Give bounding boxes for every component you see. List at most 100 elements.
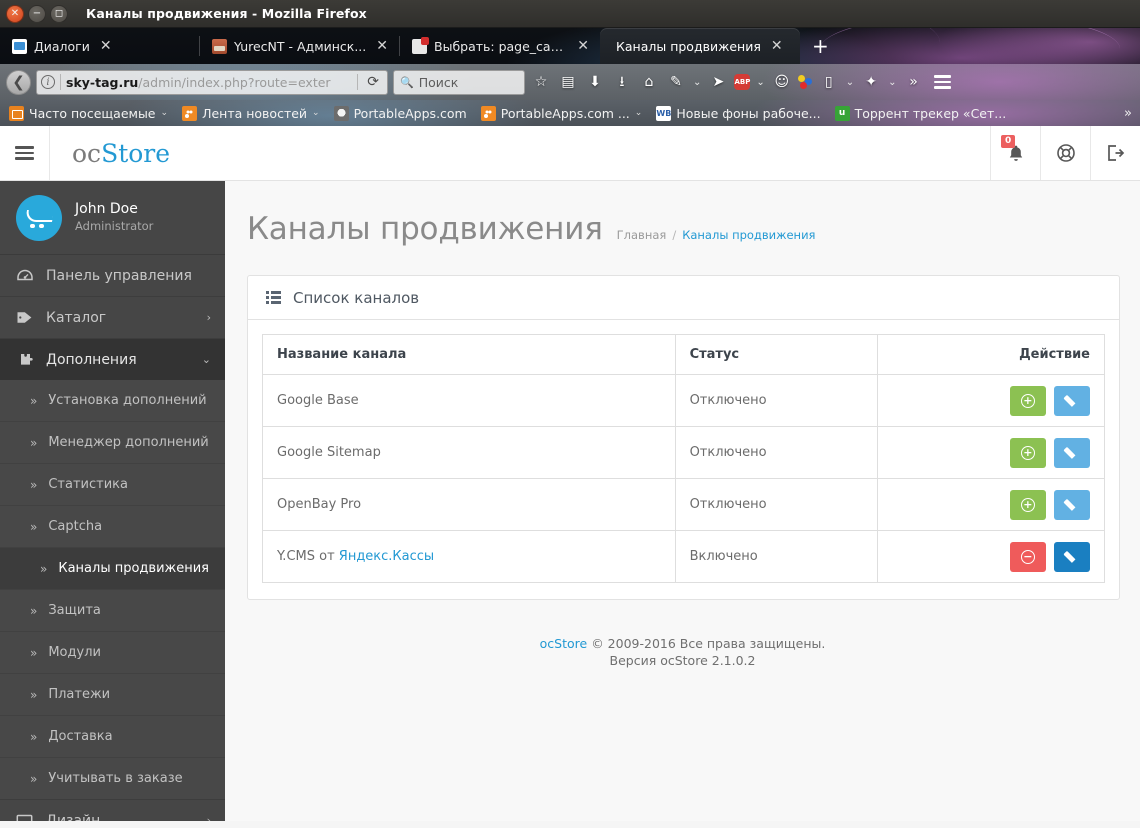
sidebar-item-design[interactable]: Дизайн › (0, 800, 225, 821)
tab-close-icon[interactable]: ✕ (97, 39, 115, 53)
sidebar-item-catalog[interactable]: Каталог › (0, 297, 225, 339)
edit-button[interactable] (1054, 437, 1090, 468)
back-button[interactable]: ❮ (6, 69, 31, 95)
browser-tab[interactable]: Диалоги ✕ (0, 28, 200, 64)
chevron-down-icon[interactable]: ⌄ (312, 108, 320, 118)
tab-close-icon[interactable]: ✕ (574, 39, 592, 53)
logout-button[interactable] (1090, 126, 1140, 180)
window-titlebar: ✕ − ◻ Каналы продвижения - Mozilla Firef… (0, 0, 1140, 28)
tab-label: YurecNT - Админск... (234, 38, 367, 54)
star-icon[interactable]: ☆ (530, 70, 552, 94)
send-icon[interactable]: ➤ (707, 70, 729, 94)
sidebar-item-extensions[interactable]: Дополнения ⌄ » Установка дополнений » Ме… (0, 339, 225, 800)
reload-icon[interactable]: ⟳ (363, 74, 383, 90)
window-minimize-button[interactable]: − (28, 4, 46, 23)
enable-button[interactable]: + (1009, 437, 1046, 468)
bookmarks-overflow-icon[interactable]: » (1124, 106, 1136, 121)
sidebar-subitem-order-totals[interactable]: » Учитывать в заказе (0, 757, 225, 799)
sidebar-subitem-label: Статистика (48, 477, 128, 492)
search-bar[interactable]: 🔍 Поиск (393, 69, 525, 95)
chevron-down-icon[interactable]: ⌄ (161, 108, 169, 118)
window-close-button[interactable]: ✕ (6, 4, 24, 23)
tab-close-icon[interactable]: ✕ (768, 39, 786, 53)
smiley-icon[interactable]: ☺ (771, 70, 793, 94)
page-footer: ocStore © 2009-2016 Все права защищены. … (225, 636, 1140, 670)
browser-tab[interactable]: Выбрать: page_cat... ✕ (400, 28, 600, 64)
disable-button[interactable]: − (1009, 541, 1046, 572)
sidebar-subitem-feeds[interactable]: » Каналы продвижения (0, 547, 225, 589)
bookmark-item[interactable]: Лента новостей ⌄ (177, 105, 325, 121)
column-header-status: Статус (674, 334, 878, 375)
sidebar-subitem-shipping[interactable]: » Доставка (0, 715, 225, 757)
new-tab-button[interactable]: + (800, 36, 841, 56)
breadcrumb-item-home[interactable]: Главная (617, 228, 667, 242)
chevron-down-icon[interactable]: ⌄ (887, 77, 897, 88)
sidebar-subitem-payments[interactable]: » Платежи (0, 673, 225, 715)
sidebar-subitem-manager[interactable]: » Менеджер дополнений (0, 421, 225, 463)
bookmark-item[interactable]: PortableApps.com ... ⌄ (476, 105, 648, 121)
enable-button[interactable]: + (1009, 385, 1046, 416)
notifications-button[interactable]: 0 (990, 126, 1040, 180)
sidebar-subitem-antifraud[interactable]: » Защита (0, 589, 225, 631)
sidebar-subitem-install[interactable]: » Установка дополнений (0, 380, 225, 421)
bookmark-label: PortableApps.com ... (500, 105, 630, 121)
sidebar-subitem-captcha[interactable]: » Captcha (0, 505, 225, 547)
browser-tab-active[interactable]: Каналы продвижения ✕ (600, 28, 800, 64)
sidebar-subitem-label: Доставка (48, 729, 113, 744)
bookmark-label: PortableApps.com (353, 105, 467, 121)
address-bar[interactable]: i sky-tag.ru/admin/index.php?route=exter… (36, 69, 388, 95)
sidebar-item-label: Дополнения (46, 351, 137, 368)
sidebar-toggle-button[interactable] (0, 126, 50, 180)
eyedropper-icon[interactable]: ✎ (665, 70, 687, 94)
browser-tab[interactable]: YurecNT - Админск... ✕ (200, 28, 400, 64)
clipboard-icon[interactable]: ▯ (818, 70, 840, 94)
column-header-action: Действие (876, 334, 1106, 375)
chevron-down-icon[interactable]: ⌄ (755, 77, 765, 88)
site-identity-icon[interactable]: i (41, 75, 55, 89)
double-chevron-icon: » (30, 519, 38, 534)
sidebar-subitem-statistics[interactable]: » Статистика (0, 463, 225, 505)
brand-logo[interactable]: oc Store (50, 126, 170, 180)
folder-icon (9, 105, 24, 121)
overflow-icon[interactable]: » (903, 70, 925, 94)
edit-button[interactable] (1054, 489, 1090, 520)
enable-button[interactable]: + (1009, 489, 1046, 520)
bookmark-item[interactable]: Часто посещаемые ⌄ (4, 105, 173, 121)
logout-icon (1108, 145, 1125, 161)
download-icon[interactable]: ⭳ (611, 70, 633, 94)
edit-button[interactable] (1054, 541, 1090, 572)
bookmark-item[interactable]: u Торрент трекер «Сет... (830, 105, 1012, 121)
sidebar-subitem-modules[interactable]: » Модули (0, 631, 225, 673)
pocket-icon[interactable]: ⬇ (584, 70, 606, 94)
chevron-down-icon[interactable]: ⌄ (845, 77, 855, 88)
channel-name-link[interactable]: Яндекс.Кассы (339, 549, 434, 564)
double-chevron-icon: » (30, 687, 38, 702)
portableapps-icon (333, 105, 349, 121)
footer-brand-link[interactable]: ocStore (540, 636, 588, 651)
monitor-icon (16, 814, 33, 821)
tab-label: Диалоги (34, 38, 90, 54)
sidebar-user[interactable]: John Doe Administrator (0, 181, 225, 255)
breadcrumb-item-current[interactable]: Каналы продвижения (682, 228, 815, 242)
chevron-down-icon[interactable]: ⌄ (692, 77, 702, 88)
rss-icon (480, 105, 496, 121)
adblock-icon[interactable]: ABP (734, 74, 751, 90)
sidebar-item-dashboard[interactable]: Панель управления (0, 255, 225, 297)
dashboard-icon (16, 269, 33, 283)
column-header-name: Название канала (262, 334, 676, 375)
bookmark-item[interactable]: PortableApps.com (329, 105, 472, 121)
bookmark-item[interactable]: WB Новые фоны рабоче... (651, 105, 825, 121)
window-maximize-button[interactable]: ◻ (50, 4, 68, 23)
support-button[interactable] (1040, 126, 1090, 180)
double-chevron-icon: » (30, 435, 38, 450)
chevron-down-icon[interactable]: ⌄ (635, 108, 643, 118)
menu-icon[interactable] (930, 75, 956, 89)
edit-button[interactable] (1054, 385, 1090, 416)
tab-close-icon[interactable]: ✕ (373, 39, 391, 53)
colordots-icon[interactable] (797, 74, 813, 90)
library-icon[interactable]: ▤ (557, 70, 579, 94)
home-icon[interactable]: ⌂ (638, 70, 660, 94)
back-arrow-icon: ❮ (12, 72, 25, 91)
bug-icon[interactable]: ✦ (860, 70, 882, 94)
